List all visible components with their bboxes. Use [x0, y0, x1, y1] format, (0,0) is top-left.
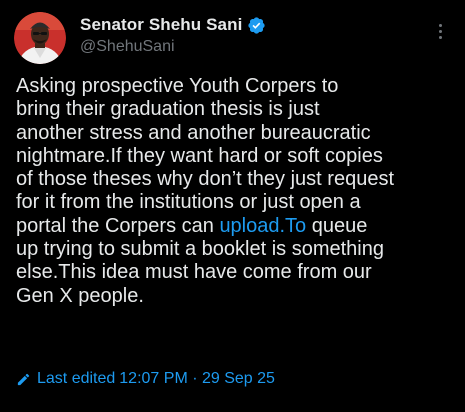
- edited-timestamp[interactable]: 12:07 PM · 29 Sep 25: [119, 370, 275, 388]
- avatar[interactable]: [14, 12, 66, 64]
- tweet-text: Asking prospective Youth Corpers to brin…: [16, 75, 456, 308]
- author-name-row[interactable]: Senator Shehu Sani: [80, 14, 266, 36]
- profile-photo-icon: [14, 12, 66, 64]
- tweet-card: Senator Shehu Sani @ShehuSani Asking pro…: [0, 0, 465, 412]
- verified-badge-icon: [248, 16, 266, 34]
- author-handle[interactable]: @ShehuSani: [80, 38, 175, 56]
- tweet-link[interactable]: upload.To: [219, 215, 306, 237]
- more-options-icon[interactable]: [437, 24, 443, 44]
- tweet-text-part-1: Asking prospective Youth Corpers to brin…: [16, 75, 394, 237]
- edited-label[interactable]: Last edited: [37, 370, 115, 388]
- pencil-icon: [17, 373, 30, 385]
- display-name[interactable]: Senator Shehu Sani: [80, 15, 242, 35]
- edit-indicator[interactable]: Last edited 12:07 PM · 29 Sep 25: [16, 370, 275, 388]
